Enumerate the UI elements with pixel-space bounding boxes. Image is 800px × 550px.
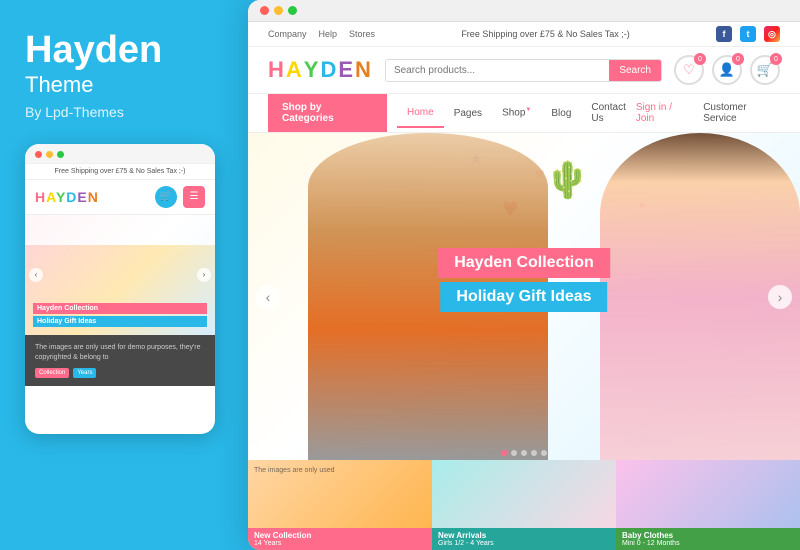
desktop-shipping-text: Free Shipping over £75 & No Sales Tax ;-…: [461, 29, 629, 39]
desktop-dot-green: [288, 6, 297, 15]
brand-by: By Lpd-Themes: [25, 104, 215, 120]
account-button[interactable]: 👤 0: [712, 55, 742, 85]
mobile-header-icons: 🛒 ☰: [155, 186, 205, 208]
mobile-header: HAYDEN 🛒 ☰: [25, 180, 215, 215]
shop-by-categories-button[interactable]: Shop by Categories: [268, 94, 387, 132]
thumb-label-1: New Collection 14 Years: [248, 528, 432, 550]
left-panel: Hayden Theme By Lpd-Themes Free Shipping…: [0, 0, 240, 550]
mobile-dot-green: [57, 151, 64, 158]
customer-service-link[interactable]: Customer Service: [703, 102, 780, 124]
nav-home[interactable]: Home: [397, 99, 444, 128]
hero-badge2: Holiday Gift Ideas: [440, 282, 607, 312]
nav-shop[interactable]: Shop▼: [492, 99, 541, 126]
desktop-logo: HAYDEN: [268, 57, 373, 83]
mobile-mockup: Free Shipping over £75 & No Sales Tax ;-…: [25, 144, 215, 434]
slider-dot-3[interactable]: [521, 450, 527, 456]
wishlist-badge: 0: [694, 53, 706, 65]
thumbs-row: The images are only used New Collection …: [248, 460, 800, 550]
top-link-help[interactable]: Help: [319, 29, 338, 39]
header-icons: ♡ 0 👤 0 🛒 0: [674, 55, 780, 85]
mobile-hero: ‹ › Hayden Collection Holiday Gift Ideas: [25, 215, 215, 335]
brand-subtitle: Theme: [25, 72, 215, 98]
thumb-card-2[interactable]: New Arrivals Girls 1/2 - 4 Years: [432, 460, 616, 550]
slider-dot-2[interactable]: [511, 450, 517, 456]
top-link-company[interactable]: Company: [268, 29, 307, 39]
nav-contact[interactable]: Contact Us: [581, 94, 635, 132]
sign-in-link[interactable]: Sign in / Join: [636, 102, 691, 124]
mobile-titlebar: [25, 144, 215, 164]
wishlist-button[interactable]: ♡ 0: [674, 55, 704, 85]
thumb-label-2: New Arrivals Girls 1/2 - 4 Years: [432, 528, 616, 550]
cart-badge: 0: [770, 53, 782, 65]
desktop-main-header: HAYDEN Search ♡ 0 👤 0 🛒 0: [248, 47, 800, 94]
mobile-banner-text: Hayden Collection Holiday Gift Ideas: [33, 303, 207, 327]
mobile-cat-years: Years: [73, 368, 96, 378]
mobile-logo: HAYDEN: [35, 189, 99, 205]
nav-links: Home Pages Shop▼ Blog Contact Us: [387, 94, 636, 132]
cart-button[interactable]: 🛒 0: [750, 55, 780, 85]
hero-badge1: Hayden Collection: [438, 248, 610, 278]
thumb-card-3[interactable]: Baby Clothes Mini 0 - 12 Months: [616, 460, 800, 550]
mobile-menu-icon[interactable]: ☰: [183, 186, 205, 208]
facebook-icon[interactable]: f: [716, 26, 732, 42]
desktop-dot-red: [260, 6, 269, 15]
thumb-sub-2: Girls 1/2 - 4 Years: [438, 540, 610, 547]
thumb-overlay-1: The images are only used: [254, 466, 426, 475]
brand-title: Hayden: [25, 30, 215, 72]
mobile-arrow-left[interactable]: ‹: [29, 268, 43, 282]
search-input[interactable]: [386, 60, 609, 81]
thumb-label-3: Baby Clothes Mini 0 - 12 Months: [616, 528, 800, 550]
mobile-bottom-text: The images are only used for demo purpos…: [35, 343, 205, 363]
thumb-card-1[interactable]: The images are only used New Collection …: [248, 460, 432, 550]
thumb-sub-1: 14 Years: [254, 540, 426, 547]
desktop-titlebar: [248, 0, 800, 22]
desktop-top-links: Company Help Stores: [268, 29, 375, 39]
hero-section: ♥ ♥ 🌵 ★ ● Hayden Collection Holiday Gift…: [248, 133, 800, 460]
slider-dot-1[interactable]: [501, 450, 507, 456]
mobile-arrow-right[interactable]: ›: [197, 268, 211, 282]
nav-pages[interactable]: Pages: [444, 100, 492, 127]
top-link-stores[interactable]: Stores: [349, 29, 375, 39]
instagram-icon[interactable]: ◎: [764, 26, 780, 42]
account-badge: 0: [732, 53, 744, 65]
hero-arrow-left[interactable]: ‹: [256, 285, 280, 309]
slider-dot-5[interactable]: [541, 450, 547, 456]
desktop-preview: Company Help Stores Free Shipping over £…: [248, 0, 800, 550]
mobile-dot-red: [35, 151, 42, 158]
mobile-bottom-panel: The images are only used for demo purpos…: [25, 335, 215, 387]
mobile-shipping-bar: Free Shipping over £75 & No Sales Tax ;-…: [25, 164, 215, 180]
hero-content: Hayden Collection Holiday Gift Ideas: [438, 248, 610, 312]
desktop-nav: Shop by Categories Home Pages Shop▼ Blog…: [248, 94, 800, 133]
mobile-categories-row: Collection Years: [35, 368, 205, 378]
mobile-cart-icon[interactable]: 🛒: [155, 186, 177, 208]
desktop-top-bar: Company Help Stores Free Shipping over £…: [248, 22, 800, 47]
thumb-sub-3: Mini 0 - 12 Months: [622, 540, 794, 547]
search-button[interactable]: Search: [609, 60, 661, 81]
slider-dots: [501, 450, 547, 456]
mobile-banner-line2: Holiday Gift Ideas: [33, 316, 207, 327]
hero-arrow-right[interactable]: ›: [768, 285, 792, 309]
slider-dot-4[interactable]: [531, 450, 537, 456]
mobile-banner-line1: Hayden Collection: [33, 303, 207, 314]
search-bar: Search: [385, 59, 662, 82]
desktop-dot-yellow: [274, 6, 283, 15]
nav-blog[interactable]: Blog: [541, 100, 581, 127]
mobile-dot-yellow: [46, 151, 53, 158]
desktop-top-social: f t ◎: [716, 26, 780, 42]
mobile-cat-collection: Collection: [35, 368, 69, 378]
nav-right: Sign in / Join Customer Service: [636, 102, 780, 124]
deco-cactus: 🌵: [545, 159, 590, 201]
twitter-icon[interactable]: t: [740, 26, 756, 42]
